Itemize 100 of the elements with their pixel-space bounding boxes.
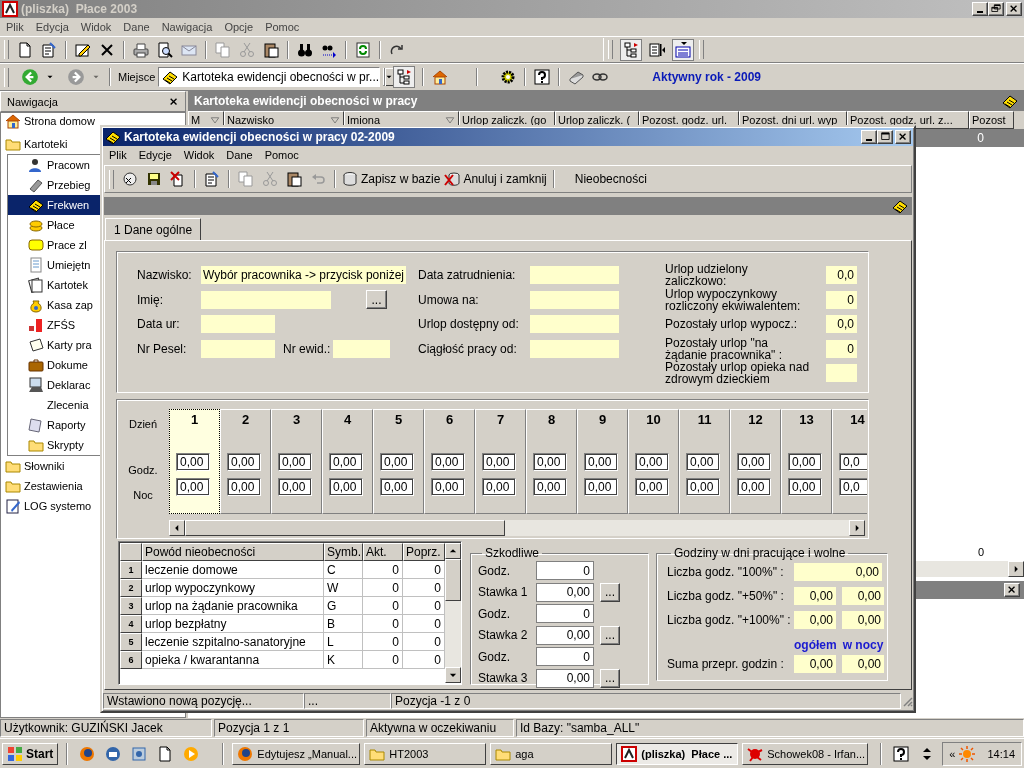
hours-field[interactable]: 0,00: [482, 453, 516, 471]
day-column[interactable]: 14 0,0 0,0: [832, 409, 867, 514]
night-hours-field[interactable]: 0,00: [482, 478, 516, 496]
menu-item[interactable]: Opcje: [218, 21, 260, 33]
hours-field[interactable]: 0,00: [788, 453, 822, 471]
menu-item[interactable]: Nawigacja: [155, 21, 219, 33]
tree-icon[interactable]: [394, 67, 415, 87]
properties-icon[interactable]: [204, 171, 220, 187]
column-header[interactable]: Pozost: [969, 111, 1014, 129]
reload-icon[interactable]: [122, 171, 138, 187]
column-header[interactable]: Akt.: [363, 543, 403, 561]
taskbar-button[interactable]: Edytujesz „Manual...: [232, 742, 361, 765]
list-icon[interactable]: [673, 39, 693, 60]
clipboard-icon[interactable]: [286, 171, 302, 187]
day-column[interactable]: 1 0,00 0,00: [169, 409, 220, 514]
number-field[interactable]: 0,00: [842, 655, 884, 673]
column-header[interactable]: Symb.: [324, 543, 363, 561]
night-hours-field[interactable]: 0,00: [380, 478, 414, 496]
number-field[interactable]: 0: [536, 604, 594, 624]
night-hours-field[interactable]: 0,00: [431, 478, 465, 496]
minimize-button[interactable]: [861, 130, 877, 144]
toolbar-button[interactable]: Anuluj i zamknij: [442, 168, 549, 190]
preview-icon[interactable]: [157, 41, 173, 58]
menu-item[interactable]: Pomoc: [259, 21, 306, 33]
hours-field[interactable]: 0,00: [329, 453, 363, 471]
document-icon[interactable]: [157, 745, 174, 762]
start-button[interactable]: Start: [2, 742, 59, 765]
hours-field[interactable]: 0,00: [278, 453, 312, 471]
close-icon[interactable]: [169, 96, 179, 107]
number-field[interactable]: 0,00: [794, 611, 836, 629]
toolbar-button[interactable]: Zapisz w bazie: [340, 168, 443, 190]
day-column[interactable]: 4 0,00 0,00: [322, 409, 373, 514]
text-field[interactable]: [201, 315, 275, 334]
menu-item[interactable]: Dane: [220, 149, 259, 161]
taskbar-button[interactable]: Schowek08 - Irfan...: [742, 742, 869, 765]
night-hours-field[interactable]: 0,0: [839, 478, 867, 496]
row-header[interactable]: 5: [120, 633, 142, 651]
home-icon[interactable]: [432, 69, 449, 85]
delete-page-icon[interactable]: [170, 171, 186, 187]
number-field[interactable]: 0: [826, 290, 857, 309]
hours-field[interactable]: 0,00: [737, 453, 771, 471]
toolbar-button[interactable]: Nieobecności: [572, 168, 649, 190]
menu-item[interactable]: Edycje: [132, 149, 178, 161]
minimize-button[interactable]: [972, 2, 988, 16]
text-field[interactable]: [530, 266, 619, 285]
menu-item[interactable]: Widok: [177, 149, 221, 161]
day-column[interactable]: 10 0,00 0,00: [628, 409, 679, 514]
row-header[interactable]: 2: [120, 579, 142, 597]
browse-button[interactable]: ...: [366, 290, 387, 310]
scroll-thumb[interactable]: [445, 559, 461, 601]
mail-icon[interactable]: [105, 745, 122, 762]
hours-field[interactable]: 0,00: [686, 453, 720, 471]
text-field[interactable]: [201, 339, 275, 358]
night-hours-field[interactable]: 0,00: [737, 478, 771, 496]
scroll-thumb[interactable]: [185, 520, 505, 536]
number-field[interactable]: [826, 364, 857, 383]
number-field[interactable]: 0,00: [794, 587, 836, 605]
close-button[interactable]: [1004, 583, 1020, 597]
day-column[interactable]: 6 0,00 0,00: [424, 409, 475, 514]
scrollbar[interactable]: [445, 543, 461, 683]
hours-field[interactable]: 0,00: [533, 453, 567, 471]
number-field[interactable]: 0,00: [842, 587, 884, 605]
number-field[interactable]: 0,00: [536, 625, 594, 645]
restore-button[interactable]: [988, 2, 1004, 16]
day-column[interactable]: 2 0,00 0,00: [220, 409, 271, 514]
scroll-right-button[interactable]: [1008, 561, 1024, 577]
day-column[interactable]: 8 0,00 0,00: [526, 409, 577, 514]
number-field[interactable]: 0: [536, 647, 594, 667]
row-header[interactable]: 6: [120, 651, 142, 669]
menu-item[interactable]: Widok: [74, 21, 118, 33]
text-field[interactable]: [530, 339, 619, 358]
panel-icon[interactable]: [649, 41, 665, 58]
night-hours-field[interactable]: 0,00: [227, 478, 261, 496]
browse-button[interactable]: ...: [600, 668, 620, 688]
puzzle-icon[interactable]: [500, 69, 517, 85]
tree-item[interactable]: Deklarac: [8, 375, 185, 395]
scrollbar[interactable]: [169, 520, 865, 536]
night-hours-field[interactable]: 0,00: [278, 478, 312, 496]
tree-item[interactable]: Dokume: [8, 355, 185, 375]
refresh-icon[interactable]: [355, 41, 371, 58]
night-hours-field[interactable]: 0,00: [635, 478, 669, 496]
browser-icon[interactable]: [131, 745, 148, 762]
text-field[interactable]: [333, 339, 391, 358]
hours-field[interactable]: 0,00: [380, 453, 414, 471]
number-field[interactable]: 0,00: [842, 611, 884, 629]
printer-icon[interactable]: [133, 41, 149, 58]
close-button[interactable]: [895, 130, 911, 144]
number-field[interactable]: 0,0: [826, 266, 857, 285]
help-icon[interactable]: [534, 69, 551, 85]
globe-icon[interactable]: [79, 745, 96, 762]
number-field[interactable]: 0,00: [794, 563, 882, 581]
tree-icon[interactable]: [621, 39, 641, 60]
number-field[interactable]: 0: [826, 339, 857, 358]
maximize-button[interactable]: [877, 130, 893, 144]
taskbar-button[interactable]: HT2003: [364, 742, 487, 765]
day-column[interactable]: 12 0,00 0,00: [730, 409, 781, 514]
back-icon[interactable]: [21, 68, 39, 86]
column-header[interactable]: Poprz.: [403, 543, 445, 561]
night-hours-field[interactable]: 0,00: [584, 478, 618, 496]
number-field[interactable]: 0: [536, 561, 594, 581]
